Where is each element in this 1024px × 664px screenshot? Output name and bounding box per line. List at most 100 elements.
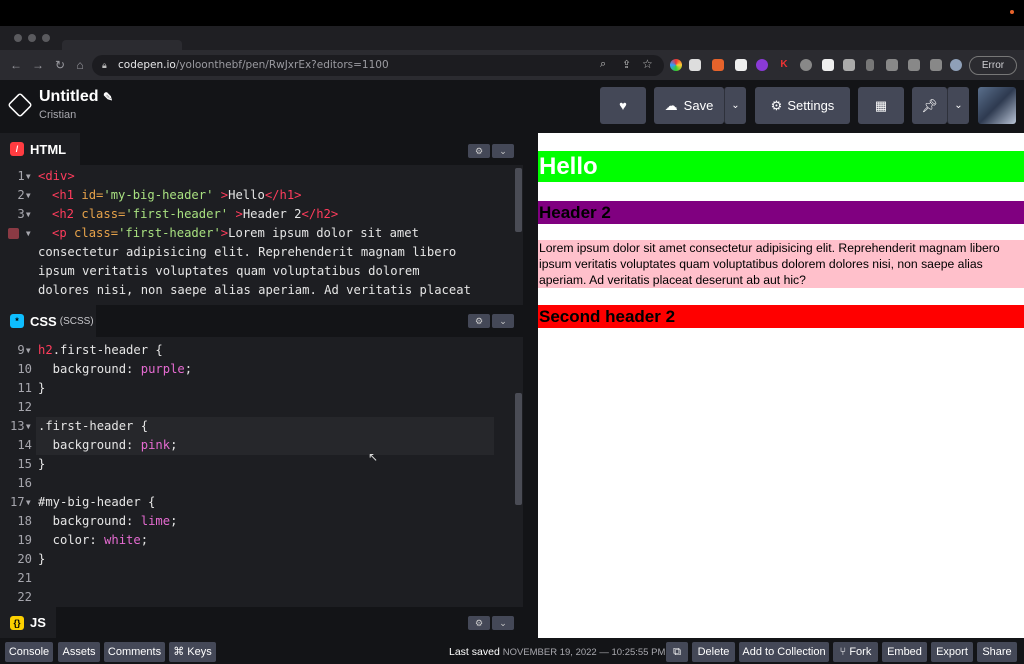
js-pane-header: {} JS ⚙ ⌄: [0, 607, 523, 638]
code-line: background: pink;: [38, 438, 178, 452]
edit-pencil-icon[interactable]: ✎: [103, 90, 113, 104]
export-button[interactable]: Export: [931, 642, 973, 662]
extension-color-icon[interactable]: [670, 59, 682, 71]
preview-h2-first: Header 2: [538, 201, 1024, 224]
os-top-bar: [0, 0, 1024, 26]
share-button[interactable]: Share: [977, 642, 1017, 662]
css-collapse-chevron-icon[interactable]: ⌄: [492, 314, 514, 328]
open-external-button[interactable]: ⧉: [666, 642, 688, 662]
comments-button[interactable]: Comments: [104, 642, 165, 662]
cloud-icon: ☁: [664, 97, 678, 113]
layout-button[interactable]: ▦: [858, 87, 904, 124]
console-button[interactable]: Console: [5, 642, 53, 662]
code-line: consectetur adipisicing elit. Reprehende…: [38, 245, 457, 259]
save-dropdown-button[interactable]: ⌄: [724, 87, 746, 124]
chevron-down-icon: ⌄: [954, 100, 963, 111]
extension-compass-icon[interactable]: [800, 59, 812, 71]
reload-icon[interactable]: ↻: [52, 57, 68, 73]
code-line: }: [38, 552, 46, 566]
assets-button[interactable]: Assets: [58, 642, 100, 662]
code-line: dolores nisi, non saepe alias aperiam. A…: [38, 283, 471, 297]
lock-icon: 🔒︎: [102, 60, 107, 70]
add-to-collection-button[interactable]: Add to Collection: [739, 642, 829, 662]
code-line: <h2 class='first-header' >Header 2</h2>: [52, 207, 339, 221]
layout-icon: ▦: [874, 97, 888, 113]
extension-square-icon[interactable]: [735, 59, 747, 71]
code-line: <h1 id='my-big-header' >Hello</h1>: [52, 188, 302, 202]
extension-camera-icon[interactable]: [843, 59, 855, 71]
sidebar-toggle-icon[interactable]: [930, 59, 942, 71]
pen-author[interactable]: Cristian: [39, 109, 76, 121]
tab-html[interactable]: / HTML: [0, 133, 80, 165]
tab-js[interactable]: {} JS: [0, 607, 56, 638]
window-zoom-icon[interactable]: [42, 34, 50, 42]
profile-avatar-icon[interactable]: [950, 59, 962, 71]
css-pane-label: CSS: [30, 313, 57, 329]
code-line: background: purple;: [38, 362, 193, 376]
external-link-icon: ⧉: [673, 646, 681, 658]
chevron-down-icon: ⌄: [731, 100, 740, 111]
html-icon: /: [10, 142, 24, 156]
fork-icon: ⑂: [839, 646, 847, 658]
extension-figure-icon[interactable]: [866, 59, 874, 71]
gear-icon: ⚙: [770, 97, 783, 113]
html-collapse-chevron-icon[interactable]: ⌄: [492, 144, 514, 158]
extension-arrows-icon[interactable]: [886, 59, 898, 71]
code-line: }: [38, 381, 46, 395]
code-line: <p class='first-header'>Lorem ipsum dolo…: [52, 226, 419, 240]
extension-v-icon[interactable]: [756, 59, 768, 71]
mouse-cursor-icon: ↖: [368, 450, 379, 464]
css-code-editor[interactable]: 9▾ h2.first-header { 10 background: purp…: [0, 337, 514, 607]
save-button[interactable]: ☁ Save: [654, 87, 724, 124]
window-close-icon[interactable]: [14, 34, 22, 42]
js-collapse-chevron-icon[interactable]: ⌄: [492, 616, 514, 630]
user-avatar[interactable]: [978, 87, 1016, 124]
css-icon: *: [10, 314, 24, 328]
code-line: <div>: [38, 169, 75, 183]
keys-button[interactable]: ⌘ Keys: [169, 642, 216, 662]
heart-icon: ♥: [619, 98, 627, 113]
css-preprocessor-label: (SCSS): [59, 315, 94, 327]
love-button[interactable]: ♥: [600, 87, 646, 124]
pen-title[interactable]: Untitled ✎: [39, 88, 113, 106]
pin-icon: 📌︎: [921, 97, 938, 113]
extension-k-icon[interactable]: K: [778, 59, 790, 71]
settings-button[interactable]: ⚙ Settings: [755, 87, 850, 124]
fork-button[interactable]: ⑂ Fork: [833, 642, 878, 662]
zoom-search-icon[interactable]: ⌕: [600, 58, 606, 71]
code-line: .first-header {: [38, 419, 149, 433]
save-label: Save: [683, 98, 714, 113]
bookmark-star-icon[interactable]: ☆: [642, 57, 653, 71]
css-settings-icon[interactable]: ⚙: [468, 314, 490, 328]
html-code-editor[interactable]: 1▾ <div> 2▾ <h1 id='my-big-header' >Hell…: [0, 165, 514, 303]
back-icon[interactable]: ←: [8, 57, 24, 73]
preview-h2-second: Second header 2: [538, 305, 1024, 328]
extension-screen-icon[interactable]: [908, 59, 920, 71]
html-settings-icon[interactable]: ⚙: [468, 144, 490, 158]
js-settings-icon[interactable]: ⚙: [468, 616, 490, 630]
share-icon[interactable]: ⇪: [622, 58, 631, 71]
tab-css[interactable]: * CSS (SCSS): [0, 305, 96, 337]
embed-button[interactable]: Embed: [882, 642, 927, 662]
html-pane-header: / HTML ⚙ ⌄: [0, 133, 523, 165]
code-line: color: white;: [38, 533, 149, 547]
forward-icon[interactable]: →: [30, 57, 46, 73]
html-pane-label: HTML: [30, 141, 67, 157]
css-scrollbar[interactable]: [515, 393, 522, 505]
extension-r-icon[interactable]: [822, 59, 834, 71]
html-scrollbar[interactable]: [515, 168, 522, 232]
extension-n-icon[interactable]: [689, 59, 701, 71]
extension-orange-icon[interactable]: [712, 59, 724, 71]
code-line: }: [38, 457, 46, 471]
pin-button[interactable]: 📌︎: [912, 87, 947, 124]
settings-label: Settings: [787, 98, 835, 113]
browser-tab[interactable]: [62, 40, 182, 50]
delete-button[interactable]: Delete: [692, 642, 735, 662]
code-line: background: lime;: [38, 514, 178, 528]
error-button[interactable]: Error: [969, 56, 1017, 75]
code-line: ipsum veritatis voluptates quam voluptat…: [38, 264, 420, 278]
home-icon[interactable]: ⌂: [72, 57, 88, 73]
preview-paragraph: Lorem ipsum dolor sit amet consectetur a…: [538, 240, 1024, 288]
window-minimize-icon[interactable]: [28, 34, 36, 42]
pin-dropdown-button[interactable]: ⌄: [947, 87, 969, 124]
